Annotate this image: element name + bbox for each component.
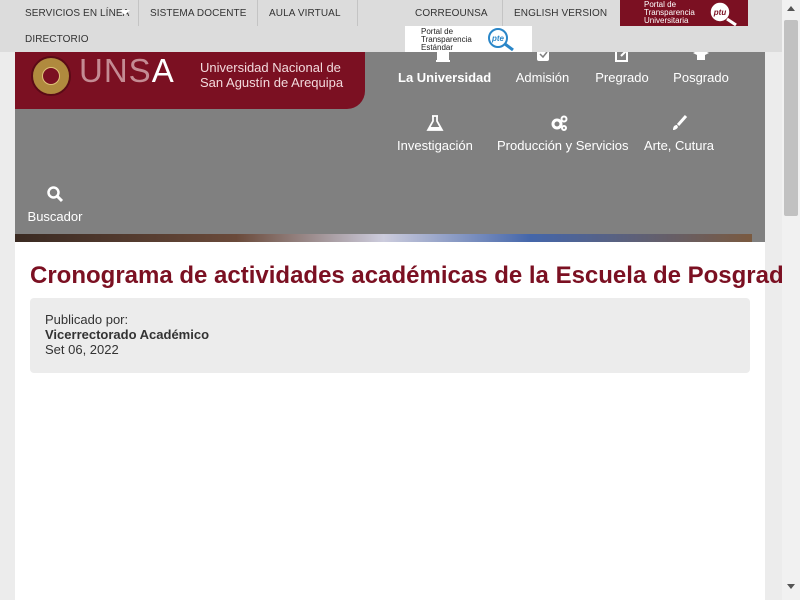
nav-produccion-servicios[interactable]: Producción y Servicios	[497, 114, 629, 153]
search-icon	[47, 186, 64, 203]
ptu-magnifier-icon: ptu	[709, 1, 737, 26]
directorio-link[interactable]: DIRECTORIO	[25, 34, 89, 45]
sistema-docente-link[interactable]: SISTEMA DOCENTE	[150, 8, 247, 19]
servicios-en-linea-link[interactable]: SERVICIOS EN LÍNEA	[25, 8, 129, 19]
divider	[357, 0, 358, 26]
header-banner-image	[15, 234, 752, 242]
ptu-portal-link[interactable]: Portal de Transparencia Universitaria pt…	[620, 0, 748, 26]
scroll-down-arrow-icon[interactable]	[787, 584, 795, 589]
search-label: Buscador	[27, 209, 83, 224]
english-version-link[interactable]: ENGLISH VERSION	[514, 8, 607, 19]
ptu-badge-text: ptu	[713, 8, 727, 17]
flask-icon	[425, 115, 444, 131]
gears-icon	[551, 115, 568, 131]
nav-arte-cultura[interactable]: Arte, Cutura	[643, 114, 715, 153]
scroll-up-arrow-icon[interactable]	[787, 6, 795, 11]
pte-magnifier-icon: pte	[488, 28, 514, 51]
divider	[502, 0, 503, 26]
publication-info: Publicado por: Vicerrectorado Académico …	[30, 298, 750, 373]
site-header: UNSA Universidad Nacional de San Agustín…	[15, 48, 765, 242]
university-name: Universidad Nacional de San Agustín de A…	[200, 60, 344, 90]
vertical-scrollbar[interactable]	[782, 0, 800, 600]
correounsa-link[interactable]: CORREOUNSA	[415, 8, 488, 19]
search-button[interactable]: Buscador	[15, 185, 95, 224]
main-content: Cronograma de actividades académicas de …	[15, 242, 798, 600]
top-utility-bar: SERVICIOS EN LÍNEA SISTEMA DOCENTE AULA …	[0, 0, 782, 52]
divider	[257, 0, 258, 26]
nav-investigacion[interactable]: Investigación	[397, 114, 473, 153]
university-seal-icon	[31, 56, 71, 96]
publish-date: Set 06, 2022	[45, 342, 119, 357]
brand-logo-link[interactable]: UNSA Universidad Nacional de San Agustín…	[15, 52, 365, 109]
pte-badge-text: pte	[491, 34, 505, 43]
brush-icon	[673, 115, 688, 130]
chevron-down-icon[interactable]	[120, 10, 130, 15]
aula-virtual-link[interactable]: AULA VIRTUAL	[269, 8, 341, 19]
ptu-label: Portal de Transparencia Universitaria	[644, 0, 695, 25]
published-by-label: Publicado por:	[45, 312, 129, 327]
page-title: Cronograma de actividades académicas de …	[30, 262, 799, 289]
unsa-wordmark: UNSA	[79, 52, 175, 89]
pte-portal-link[interactable]: Portal de Transparencia Estándar pte	[405, 26, 532, 52]
scrollbar-thumb[interactable]	[784, 20, 798, 216]
pte-label: Portal de Transparencia Estándar	[421, 27, 472, 52]
author-name: Vicerrectorado Académico	[45, 327, 210, 342]
divider	[138, 0, 139, 26]
